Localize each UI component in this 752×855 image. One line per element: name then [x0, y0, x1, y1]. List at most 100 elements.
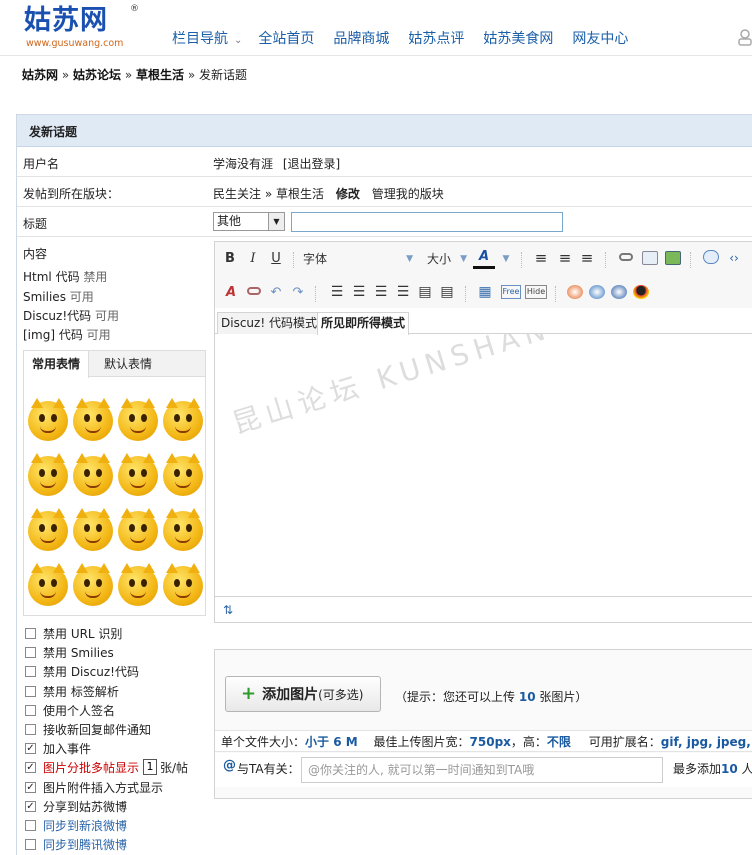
chevron-down-icon[interactable]: ▼	[501, 250, 511, 268]
swf-icon[interactable]	[589, 285, 605, 299]
nav-item-user-center[interactable]: 网友中心	[572, 28, 628, 48]
italic-icon[interactable]: I	[246, 250, 260, 268]
table-icon[interactable]: ▦	[477, 283, 493, 301]
align-center-icon[interactable]: ≡	[557, 249, 573, 267]
nav-item-columns[interactable]: 栏目导航 ⌄	[172, 28, 242, 48]
title-input[interactable]	[291, 212, 563, 232]
smiley-cat-sleep-icon[interactable]	[118, 508, 158, 551]
option-row[interactable]: 同步到新浪微博	[25, 817, 127, 833]
site-logo[interactable]: 姑苏网 ® www.gusuwang.com	[24, 4, 148, 50]
option-row[interactable]: 使用个人签名	[25, 702, 115, 718]
smiley-cat-girl-icon[interactable]	[28, 563, 68, 606]
underline-icon[interactable]: U	[269, 250, 283, 268]
option-checkbox[interactable]: ✓	[25, 800, 36, 812]
bold-icon[interactable]: B	[223, 250, 237, 268]
option-row[interactable]: 禁用 Discuz!代码	[25, 663, 139, 679]
option-checkbox[interactable]	[25, 819, 36, 831]
smiley-cat-dance-icon[interactable]	[73, 398, 113, 441]
tab-common-smilies[interactable]: 常用表情	[24, 351, 90, 378]
smiley-cat-wave-icon[interactable]	[163, 398, 203, 441]
hide-icon[interactable]: Hide	[525, 285, 547, 299]
redo-icon[interactable]: ↷	[291, 284, 305, 302]
tab-discuz-code-mode[interactable]: Discuz! 代码模式	[217, 312, 321, 334]
nav-item-food[interactable]: 姑苏美食网	[483, 28, 553, 48]
image-icon[interactable]	[665, 251, 681, 265]
tab-wysiwyg-mode[interactable]: 所见即所得模式	[317, 312, 410, 335]
option-row[interactable]: 禁用 URL 识别	[25, 625, 122, 641]
option-row[interactable]: ✓ 图片附件插入方式显示	[25, 779, 163, 795]
smiley-cat-bored-icon[interactable]	[73, 508, 113, 551]
smiley-cat-love-icon[interactable]	[73, 453, 113, 496]
editor-resize-handle[interactable]: ⇅	[215, 596, 752, 622]
quote-icon[interactable]	[703, 250, 719, 264]
font-family-select[interactable]: 字体 ▼	[303, 250, 413, 268]
option-checkbox[interactable]: ✓	[25, 742, 36, 754]
user-icon[interactable]	[738, 28, 752, 46]
option-row[interactable]: 接收新回复邮件通知	[25, 721, 151, 737]
remove-format-icon[interactable]: A	[223, 284, 239, 302]
smiley-cat-laugh-icon[interactable]	[118, 398, 158, 441]
option-row[interactable]: ✓ 图片分批多帖显示 1 张/帖	[25, 759, 188, 775]
option-checkbox[interactable]	[25, 685, 36, 697]
option-checkbox[interactable]	[25, 627, 36, 639]
forum-path-parent[interactable]: 民生关注	[213, 187, 261, 201]
free-icon[interactable]: Free	[501, 285, 521, 299]
tab-default-smilies[interactable]: 默认表情	[96, 351, 160, 377]
smiley-cat-surprised-icon[interactable]	[73, 563, 113, 606]
ordered-list-icon[interactable]: ☰	[329, 283, 345, 301]
flash-icon[interactable]	[611, 285, 627, 299]
unlink-icon[interactable]	[247, 287, 261, 295]
align-right-icon[interactable]: ≡	[579, 249, 595, 267]
smiley-cat-cool-icon[interactable]	[118, 453, 158, 496]
option-row[interactable]: 同步到腾讯微博	[25, 836, 127, 852]
code-icon[interactable]: ‹›	[725, 249, 743, 267]
nav-item-review[interactable]: 姑苏点评	[408, 28, 464, 48]
undo-icon[interactable]: ↶	[269, 284, 283, 302]
smiley-cat-sign-icon[interactable]	[163, 563, 203, 606]
unordered-list-icon[interactable]: ☰	[351, 283, 367, 301]
smiley-cat-cry-icon[interactable]	[28, 453, 68, 496]
breadcrumb-forum[interactable]: 姑苏论坛	[73, 68, 121, 82]
option-checkbox[interactable]: ✓	[25, 781, 36, 793]
option-checkbox[interactable]: ✓	[25, 761, 36, 773]
option-row[interactable]: 禁用 标签解析	[25, 683, 119, 699]
option-checkbox[interactable]	[25, 838, 36, 850]
align-left-icon[interactable]: ≡	[533, 249, 549, 267]
media-icon[interactable]	[567, 285, 583, 299]
forum-modify-link[interactable]: 修改	[336, 187, 360, 201]
link-icon[interactable]	[619, 253, 633, 261]
option-checkbox[interactable]	[25, 704, 36, 716]
font-size-select[interactable]: 大小 ▼	[427, 250, 467, 268]
option-checkbox[interactable]	[25, 646, 36, 658]
manage-boards-link[interactable]: 管理我的版块	[372, 187, 444, 201]
smiley-cat-faint-icon[interactable]	[118, 563, 158, 606]
title-type-select[interactable]: 其他 ▼	[213, 212, 285, 231]
font-color-icon[interactable]: A	[473, 248, 495, 269]
username[interactable]: 学海没有涯	[213, 157, 273, 171]
option-checkbox[interactable]	[25, 723, 36, 735]
breadcrumb-board[interactable]: 草根生活	[136, 68, 184, 82]
nav-item-home[interactable]: 全站首页	[258, 28, 314, 48]
logout-link[interactable]: [退出登录]	[283, 157, 340, 171]
indent-icon[interactable]: ☰	[395, 283, 411, 301]
option-row[interactable]: 禁用 Smilies	[25, 644, 114, 660]
smiley-cat-sunglasses-icon[interactable]	[163, 508, 203, 551]
mention-input[interactable]: @你关注的人, 就可以第一时间通知到TA哦	[301, 757, 663, 783]
float-left-icon[interactable]: ▤	[417, 283, 433, 301]
nav-item-mall[interactable]: 品牌商城	[333, 28, 389, 48]
breadcrumb-site[interactable]: 姑苏网	[22, 68, 58, 82]
outdent-icon[interactable]: ☰	[373, 283, 389, 301]
resize-arrows-icon[interactable]: ⇅	[223, 603, 233, 617]
smiley-cat-shy-icon[interactable]	[163, 453, 203, 496]
smiley-cat-grin-icon[interactable]	[28, 398, 68, 441]
images-per-post-input[interactable]: 1	[143, 759, 158, 775]
option-row[interactable]: ✓ 加入事件	[25, 740, 91, 756]
option-checkbox[interactable]	[25, 665, 36, 677]
smiley-cat-daze-icon[interactable]	[28, 508, 68, 551]
qq-icon[interactable]	[633, 285, 649, 299]
add-image-button[interactable]: + 添加图片 (可多选)	[225, 676, 381, 712]
float-right-icon[interactable]: ▤	[439, 283, 455, 301]
email-icon[interactable]	[642, 251, 658, 265]
forum-path-board[interactable]: 草根生活	[276, 187, 324, 201]
editor-content-area[interactable]: 昆山论坛 KUNSHAN BBS	[215, 334, 752, 596]
